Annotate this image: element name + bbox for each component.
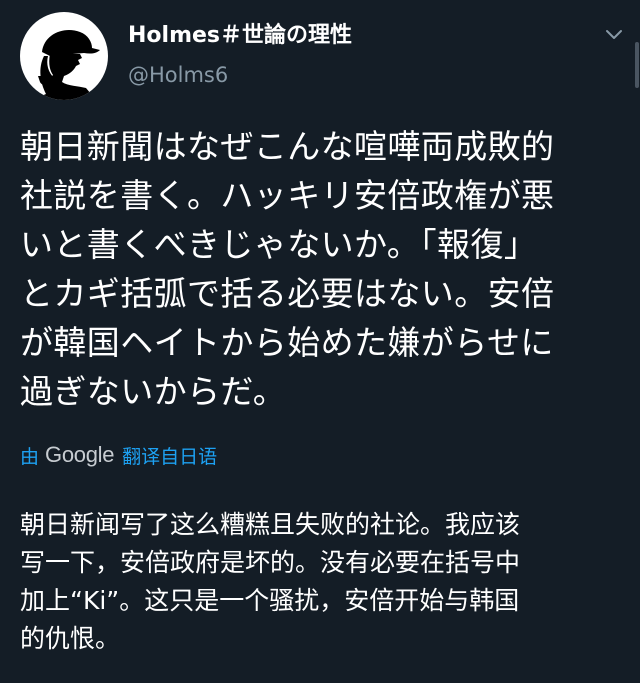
chevron-down-icon[interactable] — [602, 22, 626, 46]
display-name[interactable]: Holmes＃世論の理性 — [128, 22, 352, 50]
translation-by-label: 由 — [20, 445, 40, 468]
translate-source-link[interactable]: 翻译自日语 — [122, 442, 217, 469]
translated-text: 朝日新闻写了这么糟糕且失败的社论。我应该 写一下，安倍政府是坏的。没有必要在括号… — [20, 510, 521, 653]
google-logo: Google — [45, 442, 115, 467]
sherlock-silhouette-icon — [32, 30, 100, 100]
translation-attribution[interactable]: 由 Google 翻译自日语 — [20, 440, 217, 470]
handle[interactable]: @Holms6 — [128, 62, 228, 88]
tweet-text: 朝日新聞はなぜこんな喧嘩両成敗的 社説を書く。ハッキリ安倍政権が悪 いと書くべき… — [20, 127, 555, 411]
scrollbar-thumb[interactable] — [635, 42, 639, 88]
avatar[interactable] — [20, 12, 108, 100]
tweet: Holmes＃世論の理性 @Holms6 朝日新聞はなぜこんな喧嘩両成敗的 社説… — [0, 0, 640, 683]
